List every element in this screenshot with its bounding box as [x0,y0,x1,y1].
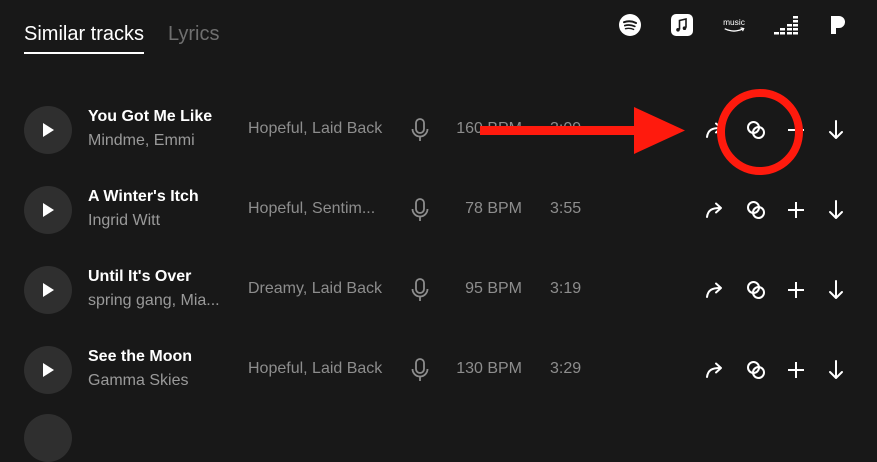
download-button[interactable] [824,118,848,142]
arrow-down-icon [829,360,843,379]
share-icon [706,362,722,378]
track-bpm: 160 BPM [456,120,522,137]
track-artist[interactable]: Ingrid Witt [88,212,160,230]
play-icon [43,283,54,297]
similar-link-button[interactable] [744,358,768,382]
tab-similar-tracks[interactable]: Similar tracks [24,18,145,54]
add-button[interactable] [784,278,808,302]
track-artist[interactable]: Mindme, Emmi [88,132,195,150]
track-row[interactable]: You Got Me Like Mindme, Emmi Hopeful, La… [0,90,877,170]
track-mood: Hopeful, Sentim... [248,200,376,217]
linked-rings-icon [747,361,765,379]
track-mood: Hopeful, Laid Back [248,120,383,137]
microphone-icon [411,118,429,141]
track-title[interactable]: You Got Me Like [88,108,212,126]
track-row[interactable]: See the Moon Gamma Skies Hopeful, Laid B… [0,330,877,410]
arrow-down-icon [829,280,843,299]
linked-rings-icon [747,281,765,299]
similar-link-button[interactable] [744,118,768,142]
microphone-icon [411,198,429,221]
arrow-down-icon [829,120,843,139]
track-title[interactable]: See the Moon [88,348,192,366]
add-button[interactable] [784,118,808,142]
streaming-services: music [617,12,851,38]
share-button[interactable] [704,118,728,142]
amazon-music-icon[interactable]: music [721,12,747,38]
spotify-icon[interactable] [617,12,643,38]
share-button[interactable] [704,358,728,382]
play-button[interactable] [24,106,72,154]
play-button-partial[interactable] [24,414,72,462]
similar-link-button[interactable] [744,278,768,302]
similar-tracks-list: You Got Me Like Mindme, Emmi Hopeful, La… [0,90,877,410]
play-icon [43,203,54,217]
play-icon [43,363,54,377]
track-mood: Hopeful, Laid Back [248,360,383,377]
play-button[interactable] [24,186,72,234]
download-button[interactable] [824,358,848,382]
track-bpm: 95 BPM [465,280,522,297]
share-icon [706,202,722,218]
track-row[interactable]: A Winter's Itch Ingrid Witt Hopeful, Sen… [0,170,877,250]
track-mood: Dreamy, Laid Back [248,280,382,297]
plus-icon [788,282,804,298]
pandora-icon[interactable] [825,12,851,38]
play-button[interactable] [24,346,72,394]
plus-icon [788,202,804,218]
amazon-music-label: music [723,17,745,27]
add-button[interactable] [784,198,808,222]
tab-bar: Similar tracks Lyrics [24,18,220,54]
similar-link-button[interactable] [744,198,768,222]
track-bpm: 130 BPM [456,360,522,377]
plus-icon [788,362,804,378]
linked-rings-icon [747,201,765,219]
track-duration: 3:19 [550,280,582,297]
deezer-icon[interactable] [773,12,799,38]
track-artist[interactable]: spring gang, Mia... [88,292,220,310]
arrow-down-icon [829,200,843,219]
share-icon [706,122,722,138]
download-button[interactable] [824,278,848,302]
track-duration: 3:29 [550,360,582,377]
download-button[interactable] [824,198,848,222]
track-artist[interactable]: Gamma Skies [88,372,188,390]
play-icon [43,123,54,137]
track-bpm: 78 BPM [465,200,522,217]
track-duration: 3:09 [550,120,582,137]
microphone-icon [411,358,429,381]
track-row[interactable]: Until It's Over spring gang, Mia... Drea… [0,250,877,330]
linked-rings-icon [747,121,765,139]
track-title[interactable]: A Winter's Itch [88,188,199,206]
play-button[interactable] [24,266,72,314]
share-button[interactable] [704,198,728,222]
add-button[interactable] [784,358,808,382]
track-title[interactable]: Until It's Over [88,268,191,286]
plus-icon [788,122,804,138]
track-duration: 3:55 [550,200,582,217]
share-button[interactable] [704,278,728,302]
share-icon [706,282,722,298]
tab-lyrics[interactable]: Lyrics [168,18,219,54]
apple-music-icon[interactable] [669,12,695,38]
microphone-icon [411,278,429,301]
